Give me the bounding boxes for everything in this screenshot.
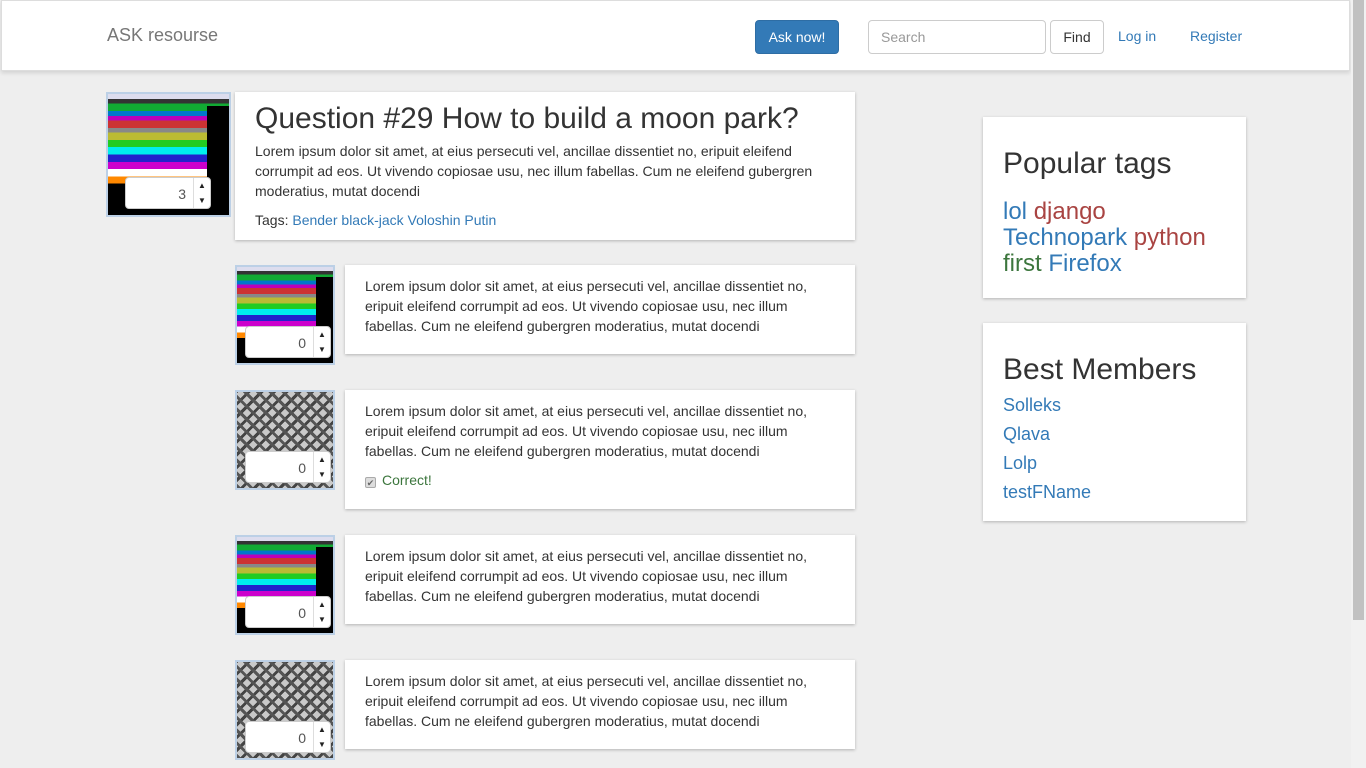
brand[interactable]: ASK resourse	[107, 25, 218, 46]
best-members-title: Best Members	[1003, 353, 1197, 386]
tag-cloud-item[interactable]: Firefox	[1048, 250, 1121, 277]
check-icon[interactable]: ✔	[365, 477, 376, 488]
member-link[interactable]: testFName	[1003, 482, 1091, 503]
page-scrollbar[interactable]	[1351, 0, 1366, 768]
tag-link[interactable]: black-jack	[341, 212, 403, 228]
vote-count: 0	[298, 605, 306, 621]
spin-down-icon[interactable]: ▼	[194, 193, 210, 208]
spin-down-icon[interactable]: ▼	[314, 612, 330, 627]
navbar: ASK resourse Ask now! Find Log in Regist…	[1, 0, 1350, 71]
spin-up-icon[interactable]: ▲	[314, 722, 330, 737]
vote-count: 0	[298, 460, 306, 476]
question-tags: Tags: Bender black-jack Voloshin Putin	[255, 212, 496, 228]
spin-up-icon[interactable]: ▲	[314, 597, 330, 612]
answer-text: Lorem ipsum dolor sit amet, at eius pers…	[365, 278, 807, 334]
member-link[interactable]: Lolp	[1003, 453, 1037, 474]
vote-count: 0	[298, 730, 306, 746]
member-link[interactable]: Qlava	[1003, 424, 1050, 445]
scrollbar-thumb[interactable]	[1353, 0, 1364, 620]
answer-vote-stepper[interactable]: 0 ▲ ▼	[245, 326, 331, 358]
tag-cloud-item[interactable]: python	[1134, 224, 1206, 251]
spin-up-icon[interactable]: ▲	[314, 452, 330, 467]
question-vote-stepper[interactable]: 3 ▲ ▼	[125, 177, 211, 209]
tag-link[interactable]: Putin	[464, 212, 496, 228]
vote-count: 0	[298, 335, 306, 351]
correct-checkbox[interactable]: ✔ Correct!	[365, 472, 432, 488]
tag-cloud-item[interactable]: lol	[1003, 198, 1027, 225]
answer-text: Lorem ipsum dolor sit amet, at eius pers…	[365, 673, 807, 729]
spin-down-icon[interactable]: ▼	[314, 342, 330, 357]
vote-count: 3	[178, 186, 186, 202]
vote-spinner: ▲ ▼	[313, 722, 330, 752]
spin-up-icon[interactable]: ▲	[194, 178, 210, 193]
popular-tags-title: Popular tags	[1003, 147, 1172, 180]
tag-cloud: lol django Technopark python first Firef…	[1003, 199, 1228, 277]
tag-link[interactable]: Voloshin	[408, 212, 461, 228]
ask-now-button[interactable]: Ask now!	[755, 20, 839, 54]
answer-vote-stepper[interactable]: 0 ▲ ▼	[245, 721, 331, 753]
tag-cloud-item[interactable]: first	[1003, 250, 1042, 277]
login-link[interactable]: Log in	[1118, 28, 1156, 44]
tag-cloud-item[interactable]: Technopark	[1003, 224, 1127, 251]
tag-cloud-item[interactable]: django	[1034, 198, 1106, 225]
vote-spinner: ▲ ▼	[313, 452, 330, 482]
answer-vote-stepper[interactable]: 0 ▲ ▼	[245, 596, 331, 628]
tag-link[interactable]: Bender	[292, 212, 337, 228]
find-button[interactable]: Find	[1050, 20, 1104, 54]
spin-down-icon[interactable]: ▼	[314, 467, 330, 482]
correct-label: Correct!	[382, 472, 432, 488]
vote-spinner: ▲ ▼	[313, 597, 330, 627]
answer-vote-stepper[interactable]: 0 ▲ ▼	[245, 451, 331, 483]
register-link[interactable]: Register	[1190, 28, 1242, 44]
search-input[interactable]	[868, 20, 1046, 54]
vote-spinner: ▲ ▼	[193, 178, 210, 208]
answer-text: Lorem ipsum dolor sit amet, at eius pers…	[365, 548, 807, 604]
vote-spinner: ▲ ▼	[313, 327, 330, 357]
answer-text: Lorem ipsum dolor sit amet, at eius pers…	[365, 403, 807, 459]
tags-label: Tags:	[255, 212, 289, 228]
spin-up-icon[interactable]: ▲	[314, 327, 330, 342]
question-title: Question #29 How to build a moon park?	[255, 102, 799, 135]
question-body: Lorem ipsum dolor sit amet, at eius pers…	[255, 143, 813, 199]
member-link[interactable]: Solleks	[1003, 395, 1061, 416]
spin-down-icon[interactable]: ▼	[314, 737, 330, 752]
